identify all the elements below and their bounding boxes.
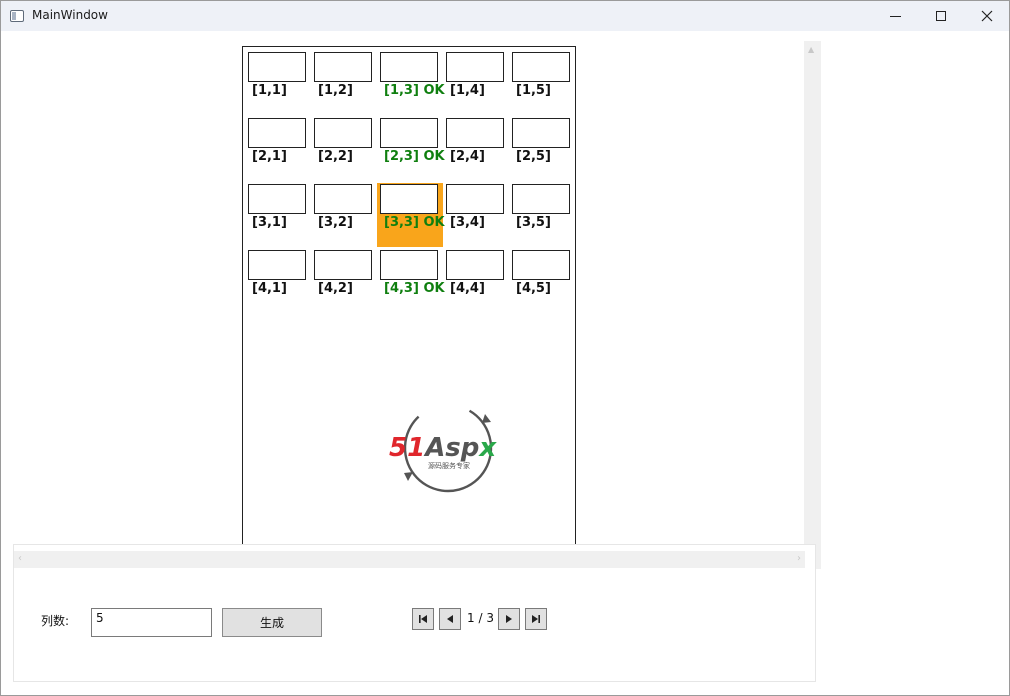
grid-cell[interactable]: [3,4] [446, 184, 504, 230]
grid-cell[interactable]: [2,5] [512, 118, 570, 164]
first-page-icon [419, 615, 427, 623]
logo-51-text: 51Aspx [389, 433, 497, 463]
columns-input[interactable]: 5 [91, 608, 212, 637]
cell-label: [1,3] OK [384, 83, 445, 98]
cell-label: [3,2] [318, 215, 353, 230]
cell-box[interactable] [512, 184, 570, 214]
cell-label: [1,1] [252, 83, 287, 98]
cell-box[interactable] [446, 250, 504, 280]
minimize-icon [889, 15, 901, 17]
cell-box[interactable] [446, 52, 504, 82]
grid-cell[interactable]: [2,4] [446, 118, 504, 164]
cell-label: [4,3] OK [384, 281, 445, 296]
cell-label: [2,2] [318, 149, 353, 164]
last-page-button[interactable] [525, 608, 547, 630]
grid-cell[interactable]: [2,2] [314, 118, 372, 164]
grid-cell[interactable]: [2,1] [248, 118, 306, 164]
current-page: 1 [467, 611, 475, 625]
horizontal-scrollbar[interactable]: ‹ › [14, 551, 805, 568]
app-icon [10, 10, 24, 22]
last-page-icon [532, 615, 540, 623]
cell-box[interactable] [380, 250, 438, 280]
main-window: MainWindow ▲ [1,1] [1,2] [1,3] OK [1,4] [1,5… [0, 0, 1010, 696]
cell-box[interactable] [512, 250, 570, 280]
cell-label: [4,2] [318, 281, 353, 296]
cell-label: [3,1] [252, 215, 287, 230]
cell-label: [4,5] [516, 281, 551, 296]
grid-cell[interactable]: [4,1] [248, 250, 306, 296]
scroll-right-icon[interactable]: › [797, 553, 801, 564]
cell-box[interactable] [446, 118, 504, 148]
close-button[interactable] [964, 1, 1010, 31]
cell-box[interactable] [512, 118, 570, 148]
cell-label: [3,4] [450, 215, 485, 230]
cell-label: [4,1] [252, 281, 287, 296]
cell-box[interactable] [380, 118, 438, 148]
cell-label: [3,5] [516, 215, 551, 230]
grid-cell[interactable]: [1,3] OK [380, 52, 445, 98]
grid-cell[interactable]: [3,3] OK [380, 184, 445, 230]
title-bar[interactable]: MainWindow [1, 1, 1009, 31]
cell-label: [4,4] [450, 281, 485, 296]
cell-box[interactable] [314, 52, 372, 82]
prev-page-icon [447, 615, 453, 623]
grid-cell[interactable]: [1,2] [314, 52, 372, 98]
next-page-button[interactable] [498, 608, 520, 630]
cell-label: [1,4] [450, 83, 485, 98]
print-preview-page: [1,1] [1,2] [1,3] OK [1,4] [1,5] [2,1] [2,2] [2… [242, 46, 576, 546]
grid-cell[interactable]: [1,1] [248, 52, 306, 98]
scroll-left-icon[interactable]: ‹ [18, 553, 22, 564]
cell-label: [2,4] [450, 149, 485, 164]
brand-logo: 51Aspx 源码服务专家 [389, 403, 497, 493]
grid-cell[interactable]: [4,5] [512, 250, 570, 296]
close-icon [981, 10, 993, 22]
grid-cell[interactable]: [1,4] [446, 52, 504, 98]
cell-label: [1,2] [318, 83, 353, 98]
grid-cell[interactable]: [3,5] [512, 184, 570, 230]
maximize-button[interactable] [918, 1, 964, 31]
cell-label: [2,1] [252, 149, 287, 164]
next-page-icon [506, 615, 512, 623]
first-page-button[interactable] [412, 608, 434, 630]
minimize-button[interactable] [872, 1, 918, 31]
total-pages: 3 [486, 611, 494, 625]
cell-box[interactable] [512, 52, 570, 82]
cell-box[interactable] [380, 184, 438, 214]
cell-label: [1,5] [516, 83, 551, 98]
cell-label: [3,3] OK [384, 215, 445, 230]
grid-cell[interactable]: [1,5] [512, 52, 570, 98]
cell-box[interactable] [248, 52, 306, 82]
generate-button[interactable]: 生成 [222, 608, 322, 637]
window-title: MainWindow [32, 8, 108, 22]
cell-box[interactable] [248, 118, 306, 148]
grid-cell[interactable]: [4,2] [314, 250, 372, 296]
prev-page-button[interactable] [439, 608, 461, 630]
cell-label: [2,3] OK [384, 149, 445, 164]
columns-label: 列数: [41, 614, 70, 628]
cell-box[interactable] [314, 118, 372, 148]
maximize-icon [936, 11, 946, 21]
cell-box[interactable] [314, 250, 372, 280]
scroll-up-icon[interactable]: ▲ [808, 45, 814, 54]
vertical-scrollbar[interactable]: ▲ [804, 41, 821, 569]
grid-cell[interactable]: [2,3] OK [380, 118, 445, 164]
cell-box[interactable] [314, 184, 372, 214]
cell-box[interactable] [380, 52, 438, 82]
cell-label: [2,5] [516, 149, 551, 164]
cell-box[interactable] [446, 184, 504, 214]
grid-cell[interactable]: [4,4] [446, 250, 504, 296]
cell-box[interactable] [248, 250, 306, 280]
grid-cell[interactable]: [4,3] OK [380, 250, 445, 296]
logo-tagline: 源码服务专家 [428, 461, 470, 470]
grid-cell[interactable]: [3,1] [248, 184, 306, 230]
cell-box[interactable] [248, 184, 306, 214]
grid-cell[interactable]: [3,2] [314, 184, 372, 230]
page-indicator: 1 / 3 [467, 611, 494, 625]
